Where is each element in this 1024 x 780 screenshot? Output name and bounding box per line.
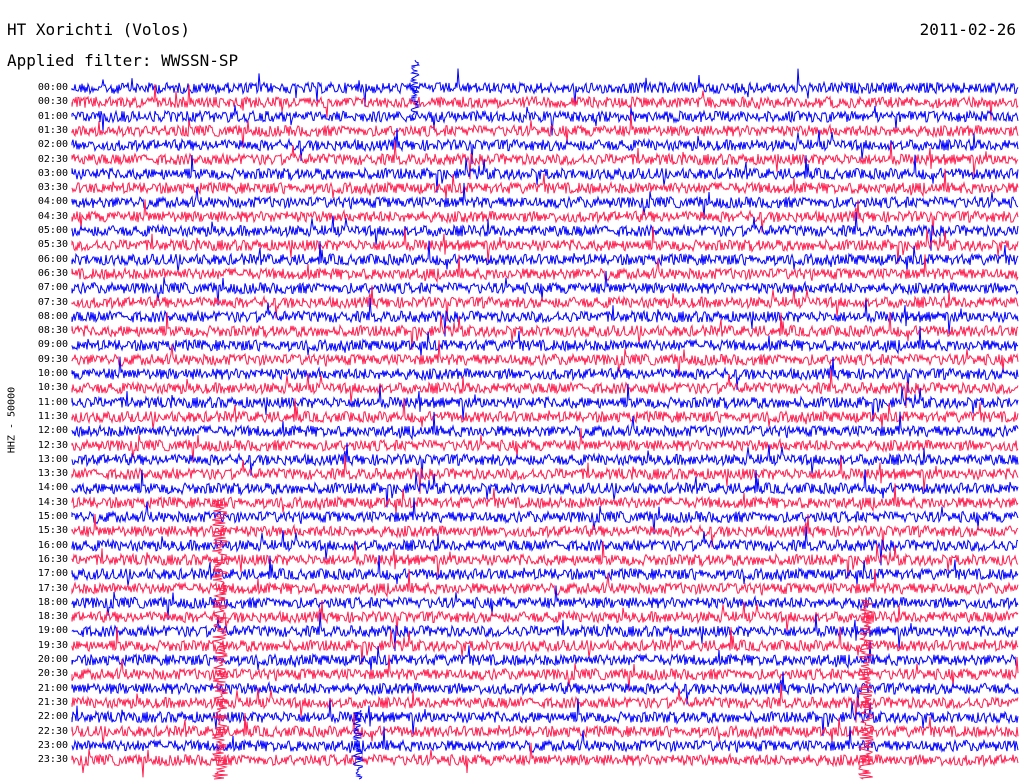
trace-line — [71, 541, 1019, 579]
event-burst — [211, 499, 230, 780]
trace-line — [71, 568, 1019, 598]
helicorder-plot — [71, 59, 1019, 780]
trace-line — [71, 654, 1019, 692]
event-burst — [857, 599, 875, 780]
trace-line — [71, 285, 1019, 322]
